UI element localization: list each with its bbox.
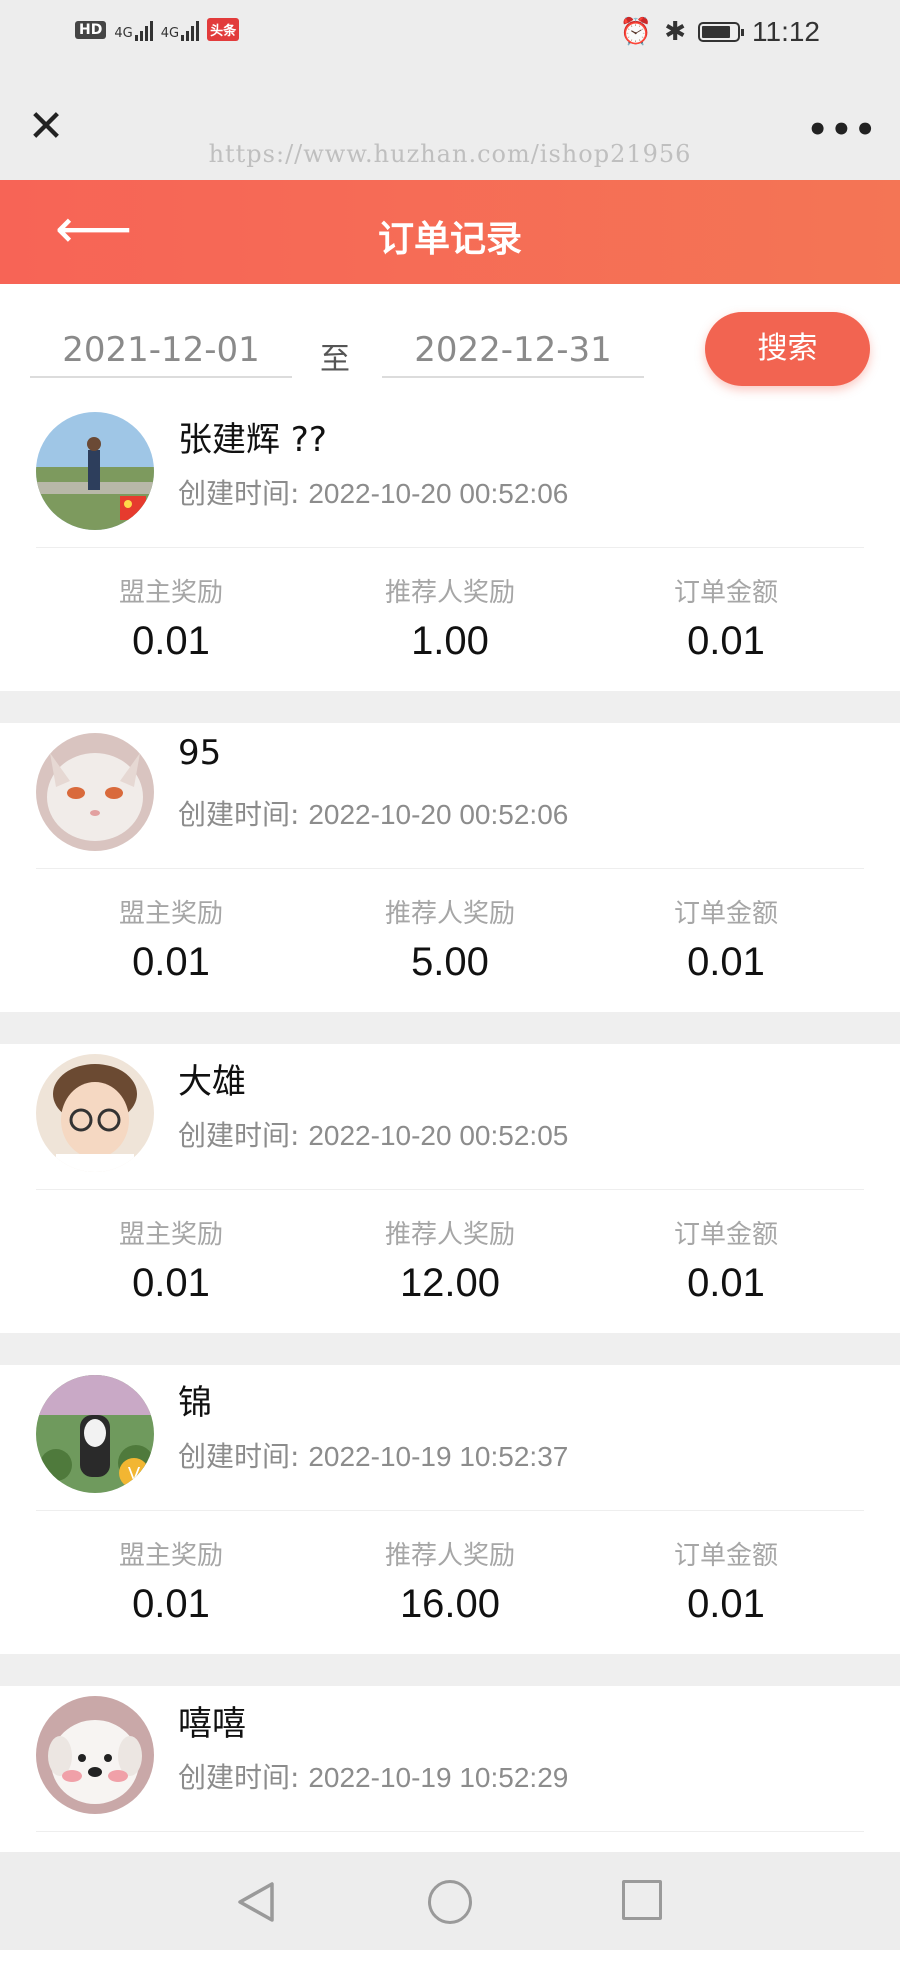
referrer-reward: 推荐人奖励 12.00 [310,1214,590,1306]
order-amount: 订单金额 0.01 [586,893,866,985]
created-time: 创建时间: 2022-10-19 10:52:29 [178,1761,569,1794]
customer-name: 大雄 [178,1062,246,1102]
signal-icon-2: 4G [161,19,200,41]
bluetooth-icon: ✱ [664,17,686,47]
leader-reward-label: 盟主奖励 [118,899,223,929]
referrer-reward-label: 推荐人奖励 [384,1541,515,1571]
leader-reward-value: 0.01 [132,940,210,984]
order-amount-value: 0.01 [687,619,765,663]
order-list: 张建辉 ?? 创建时间: 2022-10-20 00:52:06 盟主奖励 0.… [0,402,900,1975]
card-gap [0,691,900,723]
avatar [36,1054,154,1172]
referrer-reward: 推荐人奖励 5.00 [310,893,590,985]
order-amount: 订单金额 0.01 [586,1535,866,1627]
created-time: 创建时间: 2022-10-20 00:52:05 [178,1119,569,1152]
search-button[interactable]: 搜索 [705,312,870,386]
status-right: ⏰ ✱ 11:12 [620,16,820,48]
watermark-text: https://www.huzhan.com/ishop21956 [208,140,692,168]
referrer-reward-value: 12.00 [399,1261,501,1305]
created-time: 创建时间: 2022-10-20 00:52:06 [178,798,569,831]
status-time: 11:12 [752,16,820,47]
svg-text:V: V [128,1464,141,1485]
order-card[interactable]: 95 创建时间: 2022-10-20 00:52:06 盟主奖励 0.01 推… [0,723,900,1012]
nav-back-icon[interactable] [236,1880,276,1924]
customer-name: 95 [178,733,222,773]
card-divider [36,868,864,869]
avatar [36,412,154,530]
card-divider [36,1510,864,1511]
nav-recent-apps-icon[interactable] [622,1880,662,1920]
browser-app-bar: ✕ ••• https://www.huzhan.com/ishop21956 [0,70,900,180]
order-amount-value: 0.01 [687,940,765,984]
order-amount-label: 订单金额 [673,899,778,929]
order-amount-value: 0.01 [687,1582,765,1626]
referrer-reward-value: 1.00 [411,619,489,663]
leader-reward: 盟主奖励 0.01 [31,572,311,664]
page-header: ⟵ 订单记录 [0,180,900,284]
order-amount: 订单金额 0.01 [586,1214,866,1306]
card-divider [36,1831,864,1832]
battery-icon [698,22,744,42]
card-gap [0,1333,900,1365]
card-gap [0,1012,900,1044]
leader-reward-label: 盟主奖励 [118,1541,223,1571]
card-divider [36,1189,864,1190]
start-date-field[interactable]: 2021-12-01 [30,324,292,378]
order-amount: 订单金额 0.01 [586,572,866,664]
end-date-field[interactable]: 2022-12-31 [382,324,644,378]
referrer-reward-value: 16.00 [399,1582,501,1626]
leader-reward-value: 0.01 [132,1261,210,1305]
order-card[interactable]: 大雄 创建时间: 2022-10-20 00:52:05 盟主奖励 0.01 推… [0,1044,900,1333]
order-card[interactable]: 张建辉 ?? 创建时间: 2022-10-20 00:52:06 盟主奖励 0.… [0,402,900,691]
referrer-reward: 推荐人奖励 16.00 [310,1535,590,1627]
alarm-icon: ⏰ [619,17,653,47]
referrer-reward: 推荐人奖励 1.00 [310,572,590,664]
card-divider [36,547,864,548]
page-title: 订单记录 [377,219,522,260]
leader-reward-value: 0.01 [132,619,210,663]
leader-reward-label: 盟主奖励 [118,1220,223,1250]
date-filter: 2021-12-01 至 2022-12-31 搜索 [0,284,900,402]
created-time: 创建时间: 2022-10-19 10:52:37 [178,1440,569,1473]
order-amount-label: 订单金额 [673,578,778,608]
avatar [36,1696,154,1814]
system-nav-bar [0,1852,900,1950]
leader-reward-value: 0.01 [132,1582,210,1626]
created-time: 创建时间: 2022-10-20 00:52:06 [178,477,569,510]
toutiao-app-icon: 头条 [207,18,240,41]
order-amount-value: 0.01 [687,1261,765,1305]
order-amount-label: 订单金额 [673,1220,778,1250]
leader-reward: 盟主奖励 0.01 [31,893,311,985]
customer-name: 锦 [178,1383,212,1423]
referrer-reward-label: 推荐人奖励 [384,578,515,608]
order-card[interactable]: V 锦 创建时间: 2022-10-19 10:52:37 盟主奖励 0.01 … [0,1365,900,1654]
referrer-reward-label: 推荐人奖励 [384,899,515,929]
leader-reward-label: 盟主奖励 [118,578,223,608]
customer-name: 张建辉 ?? [178,420,327,460]
status-bar: HD 4G 4G 头条 ⏰ ✱ 11:12 [0,0,900,70]
hd-icon: HD [75,20,107,39]
leader-reward: 盟主奖励 0.01 [31,1535,311,1627]
order-amount-label: 订单金额 [673,1541,778,1571]
referrer-reward-label: 推荐人奖励 [384,1220,515,1250]
signal-icon-1: 4G [114,19,153,41]
nav-home-icon[interactable] [428,1880,472,1924]
card-gap [0,1654,900,1686]
avatar: V [36,1375,154,1493]
leader-reward: 盟主奖励 0.01 [31,1214,311,1306]
date-range-separator: 至 [320,342,350,377]
status-left: HD 4G 4G 头条 [75,18,240,41]
avatar [36,733,154,851]
customer-name: 嘻嘻 [178,1704,246,1744]
referrer-reward-value: 5.00 [411,940,489,984]
